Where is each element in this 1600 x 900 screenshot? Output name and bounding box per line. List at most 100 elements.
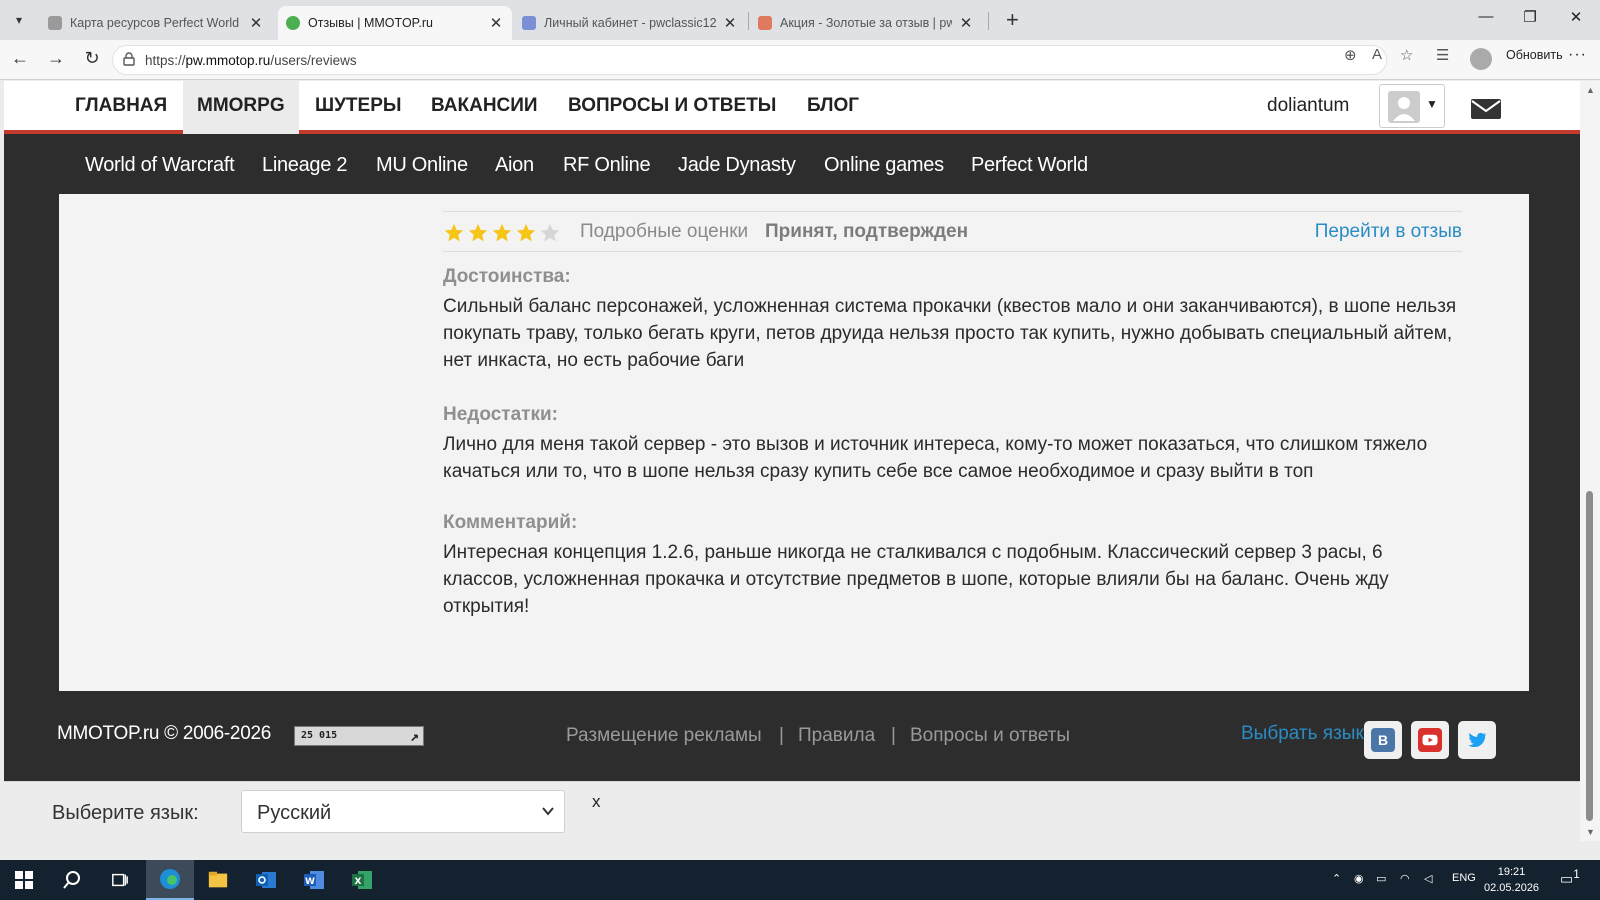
subnav-lineage2[interactable]: Lineage 2 [262,154,347,177]
visit-counter[interactable]: 25 015 ↗ [294,726,424,746]
comment-text: Интересная концепция 1.2.6, раньше никог… [443,542,1389,617]
star-filled-icon [492,223,512,242]
page-scrollbar[interactable]: ▲ ▼ [1580,81,1600,841]
tab-separator [748,12,749,30]
subnav-rf-online[interactable]: RF Online [563,154,651,177]
subnav-online-games[interactable]: Online games [824,154,944,177]
svg-text:W: W [305,877,315,887]
clock[interactable]: 19:21 02.05.2026 [1484,864,1539,896]
language-bar: Выберите язык: Русский x [4,781,1580,841]
site-top-nav: ГЛАВНАЯ MMORPG ШУТЕРЫ ВАКАНСИИ ВОПРОСЫ И… [4,81,1580,134]
user-menu-button[interactable]: ▼ [1379,84,1445,128]
chevron-down-icon [542,807,554,816]
vk-icon: B [1371,728,1395,752]
site-favicon-icon [48,16,62,30]
footer-link-rules[interactable]: Правила [798,725,875,747]
detailed-ratings-link[interactable]: Подробные оценки [580,221,748,243]
close-tab-icon[interactable]: ✕ [488,14,504,32]
youtube-icon [1418,728,1442,752]
cons-heading: Недостатки: [443,404,558,425]
close-language-bar-button[interactable]: x [592,792,601,812]
twitter-button[interactable] [1458,721,1496,759]
scroll-down-icon[interactable]: ▼ [1586,827,1595,837]
reload-icon[interactable]: ↻ [80,48,104,69]
choose-language-link[interactable]: Выбрать язык [1241,723,1364,745]
tab-actions-menu-icon[interactable]: ▾ [6,7,32,33]
wifi-icon[interactable]: ◠ [1400,872,1410,885]
youtube-button[interactable] [1411,721,1449,759]
chevron-down-icon: ▼ [1426,97,1438,111]
input-language[interactable]: ENG [1452,872,1476,884]
show-hidden-icons-icon[interactable]: ⌃ [1332,872,1341,885]
footer-separator: | [779,725,784,746]
twitter-icon [1465,728,1489,752]
nav-blog[interactable]: БЛОГ [793,81,873,134]
star-filled-icon [516,223,536,242]
word-icon[interactable]: W [290,860,338,900]
close-tab-icon[interactable]: ✕ [248,14,264,32]
tab-resource-map[interactable]: Карта ресурсов Perfect World | PW ✕ [40,6,272,40]
tab-reviews-mmotop[interactable]: Отзывы | MMOTOP.ru ✕ [278,6,512,40]
read-aloud-icon[interactable]: A [1372,46,1382,63]
username[interactable]: doliantum [1267,95,1349,117]
windows-taskbar: W X ⌃ ◉ ▭ ◠ ◁ ENG 19:21 02.05.2026 ▭1 [0,860,1600,900]
rating-stars [443,222,561,244]
copyright: MMOTOP.ru © 2006-2026 [57,723,271,744]
pros-section: Достоинства: Сильный баланс персонажей, … [443,266,1463,374]
favorite-star-icon[interactable]: ☆ [1400,46,1413,64]
nav-vacancies[interactable]: ВАКАНСИИ [417,81,552,134]
update-button[interactable]: Обновить [1506,48,1563,62]
subnav-jade-dynasty[interactable]: Jade Dynasty [678,154,796,177]
url-field[interactable]: https://pw.mmotop.ru/users/reviews [112,45,1387,75]
games-subnav: World of Warcraft Lineage 2 MU Online Ai… [4,138,1580,194]
mail-icon[interactable] [1471,99,1501,119]
profile-avatar-icon[interactable] [1470,48,1492,70]
notifications-icon[interactable]: ▭1 [1560,868,1580,888]
tab-personal-cabinet[interactable]: Личный кабинет - pwclassic126 ✕ [514,6,746,40]
scroll-thumb[interactable] [1586,491,1593,821]
site-favicon-icon [522,16,536,30]
minimize-icon[interactable]: — [1476,8,1496,25]
close-tab-icon[interactable]: ✕ [722,14,738,32]
nav-shooters[interactable]: ШУТЕРЫ [301,81,415,134]
footer-link-advertising[interactable]: Размещение рекламы [566,725,762,747]
language-select[interactable]: Русский [241,790,565,833]
back-icon[interactable]: ← [8,48,32,69]
edge-browser-icon[interactable] [146,860,194,900]
site-footer: MMOTOP.ru © 2006-2026 25 015 ↗ Размещени… [4,691,1580,781]
star-filled-icon [468,223,488,242]
restore-icon[interactable]: ❐ [1520,8,1540,26]
excel-icon[interactable]: X [338,860,386,900]
subnav-aion[interactable]: Aion [495,154,534,177]
network-status-icon[interactable]: ◉ [1354,872,1364,885]
outlook-icon[interactable] [242,860,290,900]
start-icon[interactable] [0,860,48,900]
favorites-list-icon[interactable]: ☰ [1436,46,1449,64]
search-icon[interactable] [48,860,96,900]
tab-gold-promo[interactable]: Акция - Золотые за отзыв | pwclassic ✕ [750,6,982,40]
volume-icon[interactable]: ◁ [1424,872,1432,885]
close-window-icon[interactable]: ✕ [1566,8,1586,26]
subnav-mu-online[interactable]: MU Online [376,154,468,177]
footer-link-faq[interactable]: Вопросы и ответы [910,725,1070,747]
nav-faq[interactable]: ВОПРОСЫ И ОТВЕТЫ [554,81,790,134]
new-tab-icon[interactable]: + [1006,7,1019,33]
cons-section: Недостатки: Лично для меня такой сервер … [443,404,1463,485]
file-explorer-icon[interactable] [194,860,242,900]
nav-main[interactable]: ГЛАВНАЯ [61,81,181,134]
browser-address-bar: ← → ↻ https://pw.mmotop.ru/users/reviews… [0,40,1600,80]
forward-icon[interactable]: → [44,48,68,69]
scroll-up-icon[interactable]: ▲ [1586,85,1595,95]
task-view-icon[interactable] [96,860,144,900]
arrow-up-right-icon: ↗ [409,727,419,745]
close-tab-icon[interactable]: ✕ [958,14,974,32]
go-to-review-link[interactable]: Перейти в отзыв [1315,221,1462,243]
page-viewport: ГЛАВНАЯ MMORPG ШУТЕРЫ ВАКАНСИИ ВОПРОСЫ И… [4,81,1580,841]
more-menu-icon[interactable]: ··· [1568,46,1587,64]
zoom-icon[interactable]: ⊕ [1344,46,1357,64]
vk-button[interactable]: B [1364,721,1402,759]
nav-mmorpg[interactable]: MMORPG [183,81,299,134]
battery-icon[interactable]: ▭ [1376,872,1386,885]
subnav-perfect-world[interactable]: Perfect World [971,154,1088,177]
subnav-wow[interactable]: World of Warcraft [85,154,235,177]
